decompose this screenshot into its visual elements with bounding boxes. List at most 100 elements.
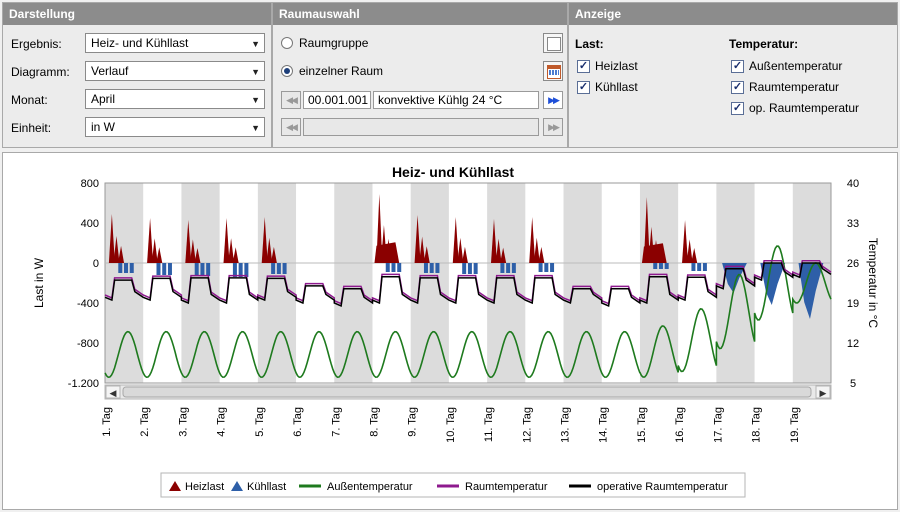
einzelner-raum-radio[interactable] [281, 65, 293, 77]
room-name-field: konvektive Kühlg 24 °C [373, 91, 539, 109]
horizontal-scrollbar[interactable]: ◀ ▶ [104, 384, 832, 400]
kuehllast-dip [544, 263, 549, 272]
heizlast-spike [691, 247, 698, 263]
ergebnis-select[interactable]: Heiz- und Kühllast ▼ [85, 33, 265, 53]
x-tick-label: 10. Tag [445, 407, 457, 443]
anzeige-panel: Anzeige Last: ✓ Heizlast ✓ Kühllast Temp… [568, 2, 898, 148]
anzeige-header: Anzeige [569, 3, 897, 25]
raumauswahl-header: Raumauswahl [273, 3, 567, 25]
kuehllast-dip [500, 263, 505, 273]
x-tick-label: 11. Tag [483, 407, 495, 442]
empty-field [303, 118, 539, 136]
kuehllast-dip [397, 263, 402, 272]
kuehllast-dip [653, 263, 658, 269]
x-tick-label: 1. Tag [101, 407, 113, 437]
ergebnis-value: Heiz- und Kühllast [91, 36, 189, 50]
monat-select[interactable]: April ▼ [85, 89, 265, 109]
kuehllast-checkbox[interactable]: ✓ [577, 81, 590, 94]
legend-aussen: Außentemperatur [327, 481, 413, 493]
op-raumtemperatur-checkbox[interactable]: ✓ [731, 102, 744, 115]
monat-value: April [91, 92, 116, 106]
heizlast-spike [156, 247, 163, 263]
heizlast-spike [452, 217, 459, 263]
heizlast-spike [147, 218, 154, 263]
raumgruppe-radio[interactable] [281, 37, 293, 49]
chevron-down-icon: ▼ [251, 123, 260, 133]
kuehllast-dip [473, 263, 478, 274]
einheit-label: Einheit: [11, 121, 52, 135]
kuehllast-dip [538, 263, 543, 272]
window-icon[interactable] [543, 33, 563, 53]
diagramm-label: Diagramm: [11, 65, 70, 79]
x-tick-label: 4. Tag [216, 407, 228, 437]
y-tick-label: 0 [93, 258, 99, 270]
kuehllast-area [760, 263, 786, 305]
chart-title: Heiz- und Kühllast [392, 164, 514, 180]
y2-tick-label: 12 [847, 338, 859, 350]
scroll-thumb[interactable] [122, 386, 812, 398]
x-tick-label: 16. Tag [674, 407, 686, 443]
y2-tick-label: 40 [847, 178, 859, 190]
legend-op-raum: operative Raumtemperatur [597, 481, 728, 493]
heizlast-checkbox[interactable]: ✓ [577, 60, 590, 73]
previous-room-button[interactable]: ◀◀ [281, 91, 301, 109]
y-tick-label: -1.200 [68, 378, 99, 390]
room-number-field: 00.001.001 [303, 91, 371, 109]
y-tick-label: -800 [77, 338, 99, 350]
heizlast-spike [686, 239, 693, 263]
darstellung-panel: Darstellung Ergebnis: Heiz- und Kühllast… [2, 2, 272, 148]
last-title: Last: [575, 37, 604, 51]
y-tick-label: 800 [81, 178, 99, 190]
kuehllast-dip [271, 263, 276, 274]
y2-tick-label: 26 [847, 258, 859, 270]
calendar-icon[interactable] [543, 61, 563, 81]
kuehllast-dip [702, 263, 707, 271]
kuehllast-dip [506, 263, 511, 273]
raumtemperatur-label: Raumtemperatur [749, 80, 840, 94]
x-tick-label: 3. Tag [177, 407, 189, 437]
op-raumtemperatur-label: op. Raumtemperatur [749, 101, 860, 115]
heizlast-spike [461, 246, 468, 263]
scroll-left-arrow-icon: ◀ [110, 388, 117, 398]
kuehllast-dip [129, 263, 134, 273]
einheit-value: in W [91, 120, 115, 134]
raumtemperatur-checkbox[interactable]: ✓ [731, 81, 744, 94]
aussentemperatur-checkbox[interactable]: ✓ [731, 60, 744, 73]
monat-label: Monat: [11, 93, 48, 107]
x-tick-label: 19. Tag [789, 407, 801, 443]
x-tick-label: 2. Tag [139, 407, 151, 437]
x-tick-label: 14. Tag [598, 407, 610, 443]
kuehllast-dip [429, 263, 434, 273]
kuehllast-dip [194, 263, 199, 276]
heizlast-spike [529, 217, 536, 263]
next-button-disabled[interactable]: ▶▶ [543, 118, 563, 136]
x-tick-label: 5. Tag [254, 407, 266, 437]
kuehllast-dip [167, 263, 172, 275]
x-tick-label: 17. Tag [712, 407, 724, 443]
x-tick-label: 15. Tag [636, 407, 648, 443]
previous-button-disabled[interactable]: ◀◀ [281, 118, 301, 136]
next-room-button[interactable]: ▶▶ [543, 91, 563, 109]
heizlast-spike [228, 238, 235, 263]
kuehllast-dip [550, 263, 555, 272]
x-tick-label: 6. Tag [292, 407, 304, 437]
raumgruppe-label: Raumgruppe [299, 36, 369, 50]
kuehllast-dip [462, 263, 467, 274]
heizlast-spike [151, 238, 158, 263]
x-tick-label: 9. Tag [407, 407, 419, 437]
y-tick-label: 400 [81, 218, 99, 230]
x-tick-label: 8. Tag [368, 407, 380, 437]
heizlast-spike [223, 218, 230, 263]
y2-tick-label: 33 [847, 218, 859, 230]
chart-panel: Heiz- und Kühllast 800 400 0 -400 -800 -1.200… [2, 152, 898, 510]
einheit-select[interactable]: in W ▼ [85, 117, 265, 137]
diagramm-select[interactable]: Verlauf ▼ [85, 61, 265, 81]
kuehllast-label: Kühllast [595, 80, 638, 94]
x-tick-label: 13. Tag [560, 407, 572, 443]
kuehllast-dip [664, 263, 669, 269]
ergebnis-label: Ergebnis: [11, 37, 62, 51]
x-tick-label: 7. Tag [330, 407, 342, 437]
x-tick-label: 12. Tag [521, 407, 533, 443]
scroll-right-arrow-icon: ▶ [820, 388, 827, 398]
heizlast-spike [457, 237, 464, 263]
